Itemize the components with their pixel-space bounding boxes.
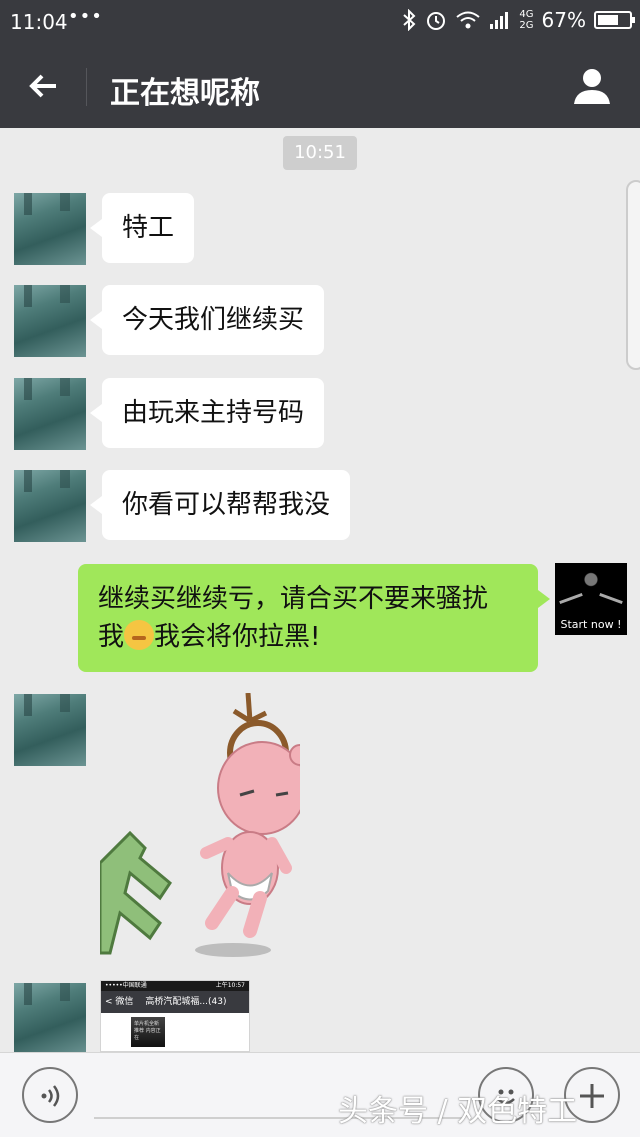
battery-icon: [594, 11, 635, 29]
contact-avatar[interactable]: [14, 285, 86, 357]
status-bar: 11:04 ••• 4G 2G 67%: [0, 0, 640, 46]
contact-avatar[interactable]: [14, 193, 86, 265]
back-arrow-icon[interactable]: [22, 64, 66, 108]
my-avatar[interactable]: Start now !: [555, 563, 627, 635]
sent-message-line2a: 我: [98, 622, 125, 652]
voice-icon[interactable]: [22, 1067, 78, 1123]
notification-dots: •••: [68, 6, 103, 27]
contact-avatar[interactable]: [14, 470, 86, 542]
signal-icon: [490, 12, 509, 29]
contact-avatar[interactable]: [14, 378, 86, 450]
received-message[interactable]: 特工: [89, 193, 195, 263]
thinking-face-icon: [124, 620, 155, 650]
screenshot-image-message[interactable]: •••••中国联通 上午10:57 < 微信 高桥汽配城福...(43) 单片机…: [100, 980, 250, 1052]
header-divider: [86, 68, 87, 106]
avatar-figure: [577, 571, 605, 605]
sent-message[interactable]: 继续买继续亏，请合买不要来骚扰 我我会将你拉黑!: [78, 564, 550, 672]
bluetooth-icon: [403, 9, 416, 31]
message-list[interactable]: 10:51 特工 今天我们继续买 由玩来主持号码 你看可以帮帮我没 继续买继续亏…: [0, 128, 640, 1052]
status-icons: 4G 2G 67%: [401, 8, 635, 32]
thumb-nav-bar: < 微信 高桥汽配城福...(43): [101, 991, 249, 1013]
hanging-sticker[interactable]: [98, 692, 311, 963]
received-message[interactable]: 你看可以帮帮我没: [89, 470, 351, 540]
chat-title: 正在想呢称: [110, 76, 260, 111]
contact-avatar[interactable]: [14, 983, 86, 1052]
wifi-icon: [456, 11, 481, 29]
avatar-caption: Start now !: [560, 618, 622, 631]
received-message[interactable]: 由玩来主持号码: [89, 378, 325, 448]
watermark: 头条号 / 双色特工: [338, 1094, 578, 1129]
sent-message-line1: 继续买继续亏，请合买不要来骚扰: [98, 584, 489, 614]
network-type: 4G 2G: [519, 9, 534, 31]
sticker-shadow: [195, 943, 271, 957]
alarm-icon: [427, 12, 446, 30]
status-time: 11:04: [10, 10, 68, 34]
battery-percent: 67%: [541, 8, 586, 32]
contact-avatar[interactable]: [14, 694, 86, 766]
thumb-poster: 单片机全新推荐 内容正在: [131, 1017, 165, 1047]
received-message[interactable]: 今天我们继续买: [89, 285, 325, 355]
sent-message-line2b: 我会将你拉黑!: [154, 622, 321, 652]
chat-header: 正在想呢称: [0, 46, 640, 128]
contact-profile-icon[interactable]: [572, 66, 612, 106]
side-edge-handle[interactable]: [626, 180, 640, 370]
message-timestamp: 10:51: [283, 136, 357, 170]
thumb-status-bar: •••••中国联通 上午10:57: [101, 981, 249, 991]
battery-level: [598, 15, 619, 25]
